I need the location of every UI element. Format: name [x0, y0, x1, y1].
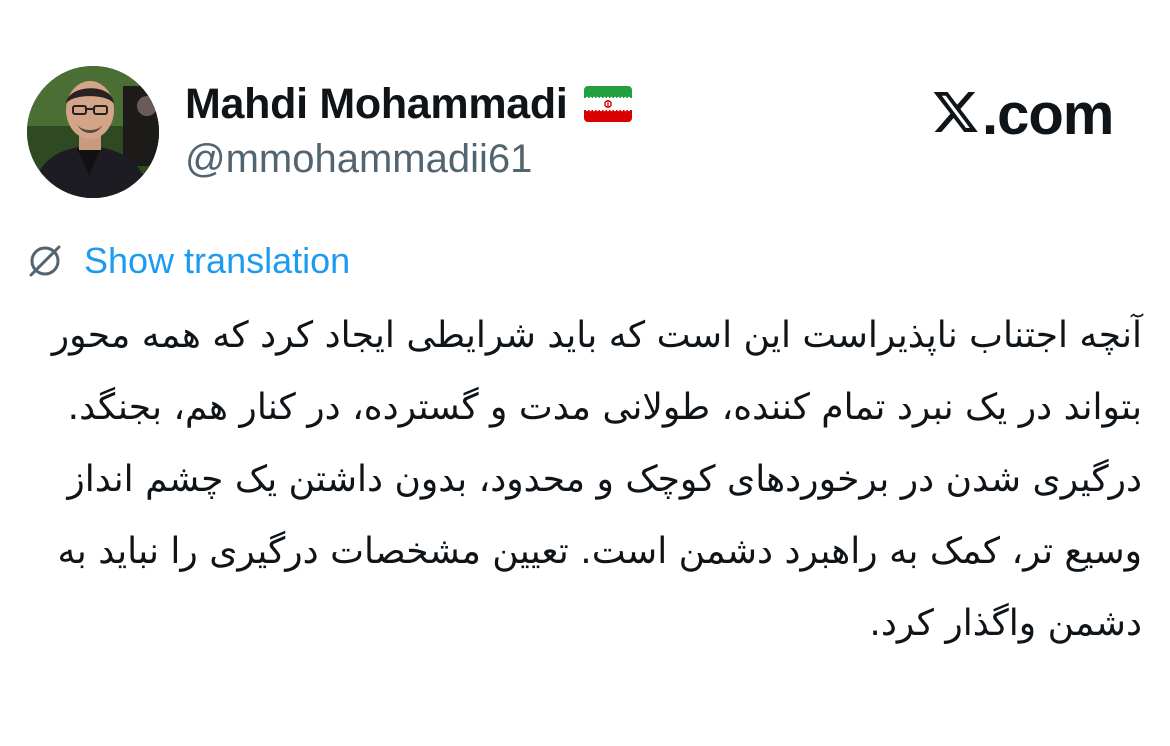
brand-domain-text: .com — [982, 81, 1114, 147]
tweet-text: آنچه اجتناب ناپذیراست این است که باید شر… — [51, 315, 1142, 644]
author-handle[interactable]: @mmohammadii61 — [185, 137, 532, 182]
show-translation-row[interactable]: Show translation — [26, 238, 350, 284]
avatar[interactable] — [27, 66, 159, 198]
x-logo-icon — [932, 91, 980, 137]
globe-translate-icon — [26, 242, 64, 280]
x-brand: .com — [932, 82, 1114, 147]
iran-flag-icon — [583, 86, 632, 122]
author-name-row: Mahdi Mohammadi — [185, 78, 632, 130]
profile-photo — [27, 66, 159, 198]
show-translation-link[interactable]: Show translation — [84, 240, 350, 282]
author-display-name[interactable]: Mahdi Mohammadi — [185, 80, 568, 129]
